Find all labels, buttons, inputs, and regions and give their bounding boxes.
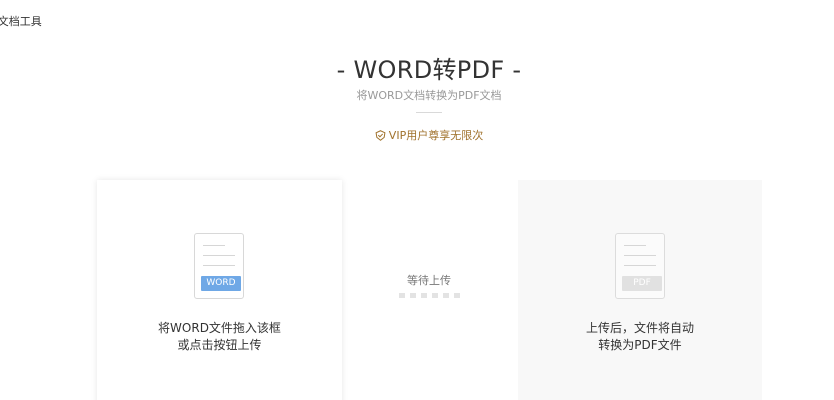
vip-link-label: VIP用户尊享无限次 [388, 129, 484, 142]
progress-dot [410, 293, 416, 298]
title-divider [416, 112, 442, 113]
word-document-icon: WORD [194, 233, 244, 299]
doc-line [624, 255, 656, 256]
page-title: - WORD转PDF - [336, 56, 522, 84]
doc-line [203, 245, 225, 246]
doc-line [624, 265, 656, 266]
pdf-document-icon: PDF [615, 233, 665, 299]
result-panel: PDF 上传后，文件将自动 转换为PDF文件 [518, 180, 762, 400]
word-badge: WORD [201, 276, 241, 291]
progress-dot [432, 293, 438, 298]
doc-line [624, 245, 646, 246]
progress-dot [454, 293, 460, 298]
doc-line [203, 255, 235, 256]
upload-instruction-line1: 将WORD文件拖入该框 [158, 321, 281, 335]
progress-dot [443, 293, 449, 298]
vip-shield-icon [375, 130, 386, 144]
upload-instructions: 将WORD文件拖入该框 或点击按钮上传 [97, 320, 342, 354]
breadcrumb[interactable]: |文档工具 [0, 13, 42, 29]
page-subtitle: 将WORD文档转换为PDF文档 [356, 89, 502, 102]
vip-link[interactable]: VIP用户尊享无限次 [0, 127, 834, 144]
progress-dot [421, 293, 427, 298]
doc-line [203, 265, 235, 266]
page: |文档工具 - WORD转PDF - 将WORD文档转换为PDF文档 VIP用户… [0, 0, 834, 400]
upload-instruction-line2: 或点击按钮上传 [177, 338, 262, 352]
progress-indicator [399, 293, 461, 298]
upload-status-label: 等待上传 [407, 274, 451, 287]
pdf-badge: PDF [622, 276, 662, 291]
upload-dropzone[interactable]: WORD 将WORD文件拖入该框 或点击按钮上传 [97, 180, 342, 400]
result-instruction-line1: 上传后，文件将自动 [585, 321, 694, 335]
result-instructions: 上传后，文件将自动 转换为PDF文件 [518, 320, 762, 354]
progress-dot [399, 293, 405, 298]
result-instruction-line2: 转换为PDF文件 [598, 338, 682, 352]
